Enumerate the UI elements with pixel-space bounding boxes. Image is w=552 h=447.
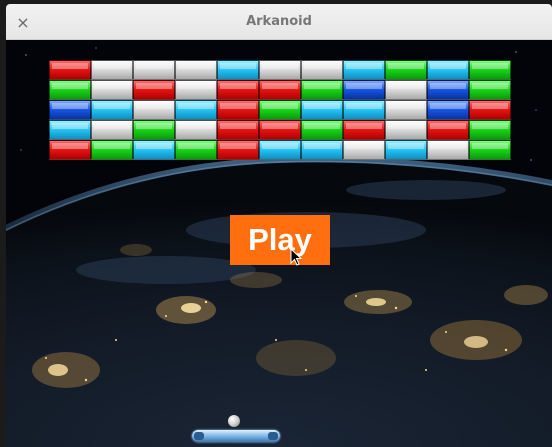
- ball-icon: [228, 415, 240, 427]
- brick-red: [217, 100, 259, 120]
- brick-red: [133, 80, 175, 100]
- brick-red: [49, 140, 91, 160]
- brick-green: [469, 140, 511, 160]
- brick-green: [91, 140, 133, 160]
- brick-white: [133, 100, 175, 120]
- brick-green: [385, 60, 427, 80]
- brick-white: [259, 60, 301, 80]
- brick-white: [385, 80, 427, 100]
- brick-green: [469, 60, 511, 80]
- brick-white: [301, 60, 343, 80]
- brick-red: [217, 140, 259, 160]
- brick-red: [217, 120, 259, 140]
- brick-green: [301, 120, 343, 140]
- brick-green: [469, 80, 511, 100]
- brick-red: [259, 80, 301, 100]
- game-window: × Arkanoid Play: [6, 4, 552, 447]
- titlebar[interactable]: × Arkanoid: [6, 4, 552, 40]
- brick-cyan: [217, 60, 259, 80]
- brick-white: [91, 60, 133, 80]
- paddle-icon[interactable]: [192, 430, 280, 442]
- brick-red: [469, 100, 511, 120]
- brick-white: [175, 80, 217, 100]
- brick-white: [343, 140, 385, 160]
- brick-green: [469, 120, 511, 140]
- brick-blue: [427, 100, 469, 120]
- brick-red: [427, 120, 469, 140]
- brick-wall: [49, 60, 511, 160]
- brick-blue: [427, 80, 469, 100]
- brick-blue: [343, 80, 385, 100]
- brick-green: [133, 120, 175, 140]
- brick-white: [175, 120, 217, 140]
- brick-cyan: [49, 120, 91, 140]
- brick-cyan: [427, 60, 469, 80]
- brick-blue: [49, 100, 91, 120]
- brick-white: [175, 60, 217, 80]
- brick-white: [385, 120, 427, 140]
- brick-red: [49, 60, 91, 80]
- mouse-cursor-icon: [290, 248, 302, 266]
- brick-white: [91, 80, 133, 100]
- play-button[interactable]: Play: [230, 215, 330, 265]
- brick-red: [343, 120, 385, 140]
- brick-white: [427, 140, 469, 160]
- brick-green: [49, 80, 91, 100]
- window-title: Arkanoid: [246, 14, 312, 29]
- brick-red: [217, 80, 259, 100]
- brick-green: [301, 80, 343, 100]
- brick-cyan: [91, 100, 133, 120]
- brick-green: [175, 140, 217, 160]
- brick-cyan: [301, 140, 343, 160]
- brick-cyan: [385, 140, 427, 160]
- brick-white: [91, 120, 133, 140]
- brick-green: [259, 100, 301, 120]
- brick-white: [133, 60, 175, 80]
- playfield[interactable]: Play: [6, 40, 552, 447]
- brick-red: [259, 120, 301, 140]
- brick-cyan: [133, 140, 175, 160]
- brick-cyan: [301, 100, 343, 120]
- brick-cyan: [343, 100, 385, 120]
- brick-cyan: [343, 60, 385, 80]
- brick-cyan: [175, 100, 217, 120]
- brick-white: [385, 100, 427, 120]
- brick-cyan: [259, 140, 301, 160]
